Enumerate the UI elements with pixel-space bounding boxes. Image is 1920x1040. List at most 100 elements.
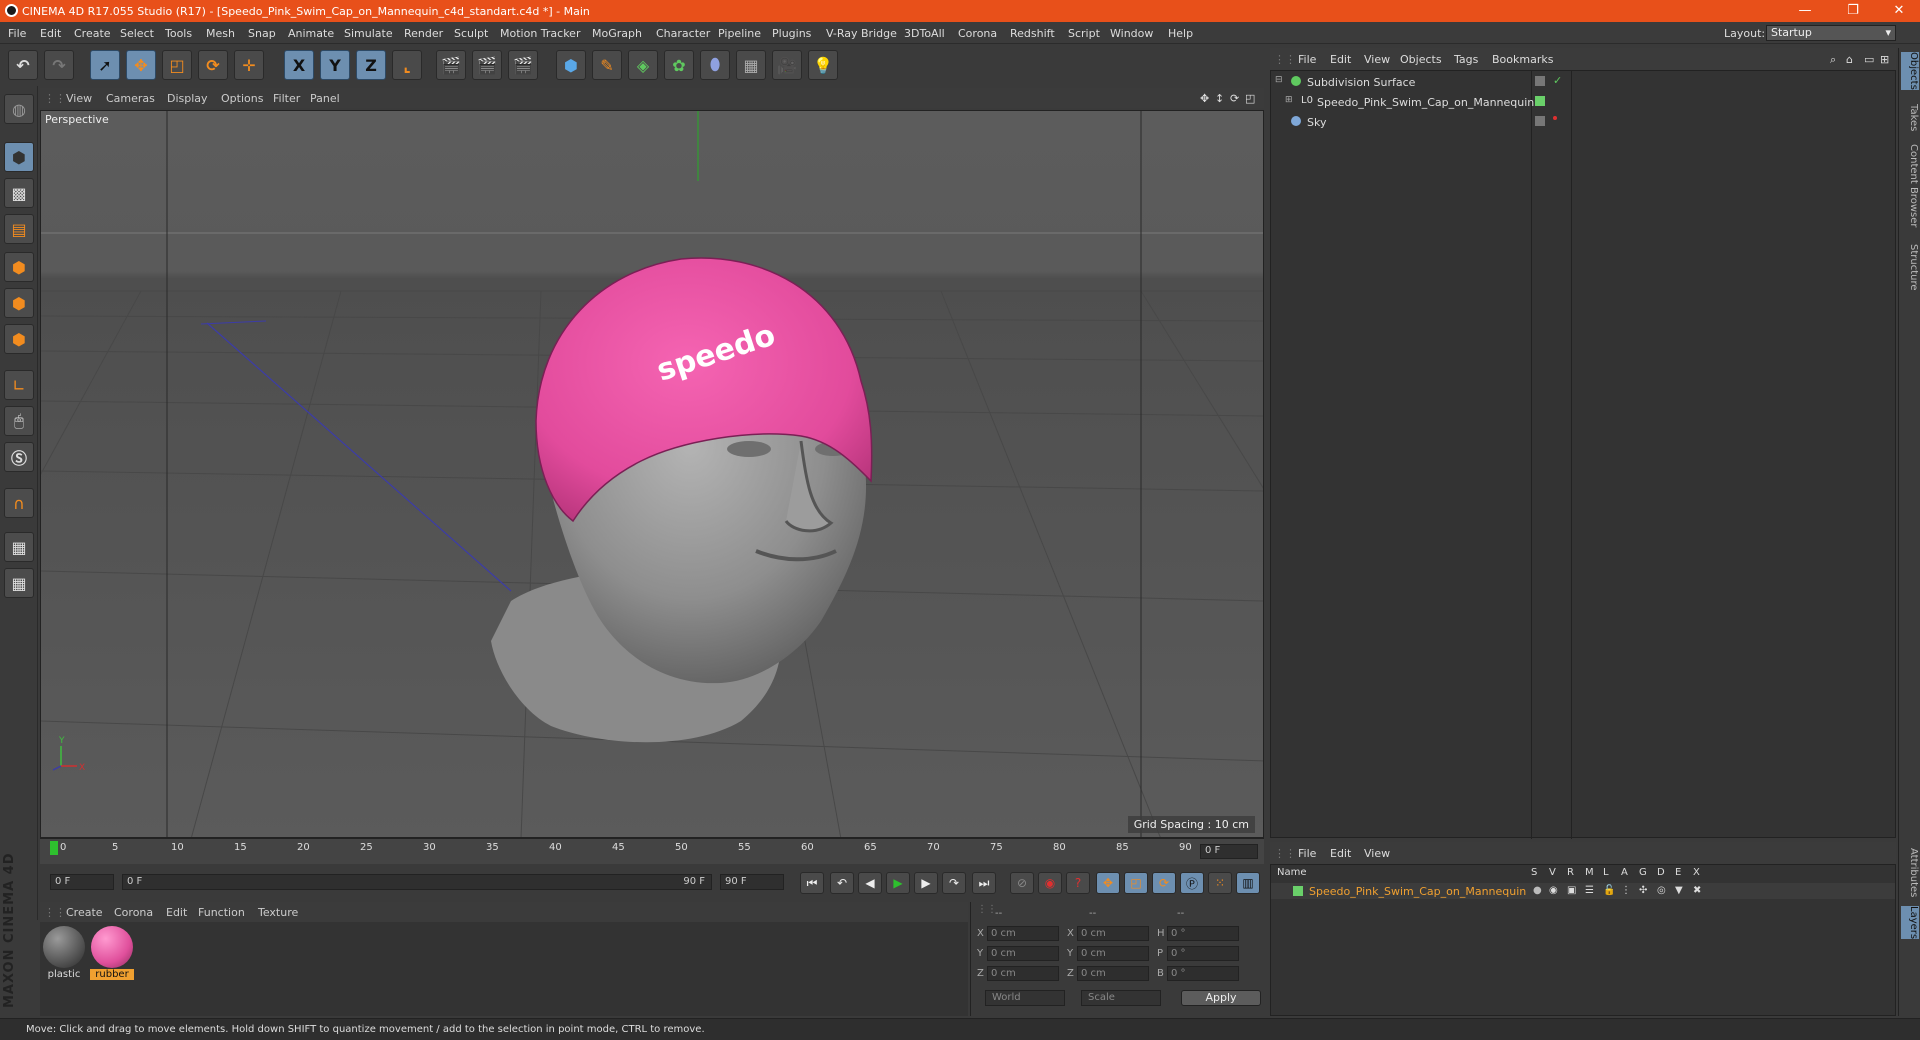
rotation-h-field[interactable]: 0 ° (1167, 926, 1239, 941)
xrefs-icon[interactable]: ✖ (1693, 885, 1701, 896)
menu-pipeline[interactable]: Pipeline (718, 27, 761, 40)
menu-help[interactable]: Help (1168, 27, 1193, 40)
object-menu-bookmarks[interactable]: Bookmarks (1492, 53, 1553, 66)
light-button[interactable]: 💡 (808, 50, 838, 80)
frame-range-slider[interactable]: 0 F 90 F (122, 874, 712, 890)
material-menu-edit[interactable]: Edit (166, 906, 187, 919)
y-axis-button[interactable]: Y (320, 50, 350, 80)
position-z-field[interactable]: 0 cm (987, 966, 1059, 981)
record-keys-button[interactable]: ⊘ (1010, 872, 1034, 894)
solo-icon[interactable]: ● (1533, 885, 1542, 896)
floor-button[interactable]: ▦ (736, 50, 766, 80)
viewport-menu-view[interactable]: View (66, 92, 92, 105)
restore-button[interactable]: ❐ (1838, 3, 1868, 18)
timeline-ruler[interactable]: 0 5 10 15 20 25 30 35 40 45 50 55 60 65 … (40, 838, 1264, 864)
minimize-button[interactable]: — (1790, 3, 1820, 18)
material-rubber[interactable]: rubber (90, 926, 134, 980)
viewport-menu-options[interactable]: Options (221, 92, 263, 105)
rotate-tool-button[interactable]: ⟳ (198, 50, 228, 80)
rotation-p-field[interactable]: 0 ° (1167, 946, 1239, 961)
menu-tools[interactable]: Tools (165, 27, 192, 40)
array-button[interactable]: ✿ (664, 50, 694, 80)
viewport-menu-filter[interactable]: Filter (273, 92, 300, 105)
object-menu-file[interactable]: File (1298, 53, 1316, 66)
menu-character[interactable]: Character (656, 27, 710, 40)
lock-workplane-button[interactable]: ▦ (4, 532, 34, 562)
menu-create[interactable]: Create (74, 27, 111, 40)
deformers-icon[interactable]: ◎ (1657, 885, 1666, 896)
scale-tool-button[interactable]: ◰ (162, 50, 192, 80)
viewport-dolly-icon[interactable]: ↕ (1215, 92, 1224, 105)
enabled-check-icon[interactable]: ✓ (1553, 74, 1562, 87)
material-menu-corona[interactable]: Corona (114, 906, 153, 919)
points-mode-button[interactable]: ⬢ (4, 252, 34, 282)
menu-render[interactable]: Render (404, 27, 443, 40)
current-frame-field[interactable]: 0 F (1200, 844, 1258, 859)
polygons-mode-button[interactable]: ⬢ (4, 324, 34, 354)
menu-3dtoall[interactable]: 3DToAll (904, 27, 945, 40)
object-row-subdivision-surface[interactable]: ⊟ Subdivision Surface ✓ (1271, 73, 1895, 91)
viewport-rotate-icon[interactable]: ⟳ (1230, 92, 1239, 105)
object-menu-edit[interactable]: Edit (1330, 53, 1351, 66)
model-mode-button[interactable]: ⬢ (4, 142, 34, 172)
layer-menu-view[interactable]: View (1364, 847, 1390, 860)
tab-objects[interactable]: Objects (1901, 52, 1919, 90)
menu-select[interactable]: Select (120, 27, 154, 40)
render-settings-button[interactable]: 🎬 (508, 50, 538, 80)
key-pla-button[interactable]: ⁙ (1208, 872, 1232, 894)
menu-vray-bridge[interactable]: V-Ray Bridge (826, 27, 897, 40)
visibility-toggle-icon[interactable] (1535, 76, 1545, 86)
tab-takes[interactable]: Takes (1901, 104, 1919, 131)
object-menu-objects[interactable]: Objects (1400, 53, 1442, 66)
material-menu-function[interactable]: Function (198, 906, 245, 919)
undo-button[interactable]: ↶ (8, 50, 38, 80)
visibility-toggle-icon[interactable] (1535, 116, 1545, 126)
texture-mode-button[interactable]: ▩ (4, 178, 34, 208)
expressions-icon[interactable]: ▼ (1675, 885, 1683, 896)
snapping-button[interactable]: Ⓢ (4, 442, 34, 472)
end-frame-field[interactable]: 90 F (720, 874, 784, 890)
menu-redshift[interactable]: Redshift (1010, 27, 1055, 40)
new-view-icon[interactable]: ▭ (1864, 53, 1874, 66)
animation-icon[interactable]: ⋮ (1621, 885, 1631, 896)
next-key-button[interactable]: ↷ (942, 872, 966, 894)
go-to-start-button[interactable]: ⏮ (800, 872, 824, 894)
tab-layers[interactable]: Layers (1901, 906, 1919, 940)
layer-row[interactable]: Speedo_Pink_Swim_Cap_on_Mannequin ● ◉ ▣ … (1271, 883, 1895, 899)
go-to-end-button[interactable]: ⏭ (972, 872, 996, 894)
coordinate-system-button[interactable]: ⌞ (392, 50, 422, 80)
viewport-menu-display[interactable]: Display (167, 92, 208, 105)
z-axis-button[interactable]: Z (356, 50, 386, 80)
lock-icon[interactable]: 🔓 (1603, 885, 1615, 896)
previous-key-button[interactable]: ↶ (830, 872, 854, 894)
coordinate-mode-dropdown[interactable]: World (985, 990, 1065, 1006)
view-eye-icon[interactable]: ◉ (1549, 885, 1558, 896)
generators-icon[interactable]: ✣ (1639, 885, 1647, 896)
pen-spline-button[interactable]: ✎ (592, 50, 622, 80)
object-menu-tags[interactable]: Tags (1454, 53, 1478, 66)
start-frame-field[interactable]: 0 F (50, 874, 114, 890)
manager-icon[interactable]: ☰ (1585, 885, 1594, 896)
layer-color-icon[interactable] (1293, 886, 1303, 896)
collapse-icon[interactable]: ⊟ (1275, 75, 1283, 85)
menu-mograph[interactable]: MoGraph (592, 27, 642, 40)
viewport-menu-cameras[interactable]: Cameras (106, 92, 155, 105)
tab-structure[interactable]: Structure (1901, 244, 1919, 291)
play-button[interactable]: ▶ (886, 872, 910, 894)
layer-color-icon[interactable] (1535, 96, 1545, 106)
render-view-button[interactable]: 🎬 (436, 50, 466, 80)
camera-button[interactable]: 🎥 (772, 50, 802, 80)
material-menu-texture[interactable]: Texture (258, 906, 298, 919)
viewport-menu-panel[interactable]: Panel (310, 92, 340, 105)
edges-mode-button[interactable]: ⬢ (4, 288, 34, 318)
render-picture-viewer-button[interactable]: 🎬 (472, 50, 502, 80)
previous-frame-button[interactable]: ◀ (858, 872, 882, 894)
key-rotation-button[interactable]: ⟳ (1152, 872, 1176, 894)
planar-workplane-button[interactable]: ▦ (4, 568, 34, 598)
transform-tool-button[interactable]: ✛ (234, 50, 264, 80)
subdivision-button[interactable]: ◈ (628, 50, 658, 80)
material-plastic[interactable]: plastic (42, 926, 86, 980)
3d-viewport[interactable]: speedo Y X Perspective Grid Spacing : 10… (40, 110, 1264, 838)
size-y-field[interactable]: 0 cm (1077, 946, 1149, 961)
apply-button[interactable]: Apply (1181, 990, 1261, 1006)
